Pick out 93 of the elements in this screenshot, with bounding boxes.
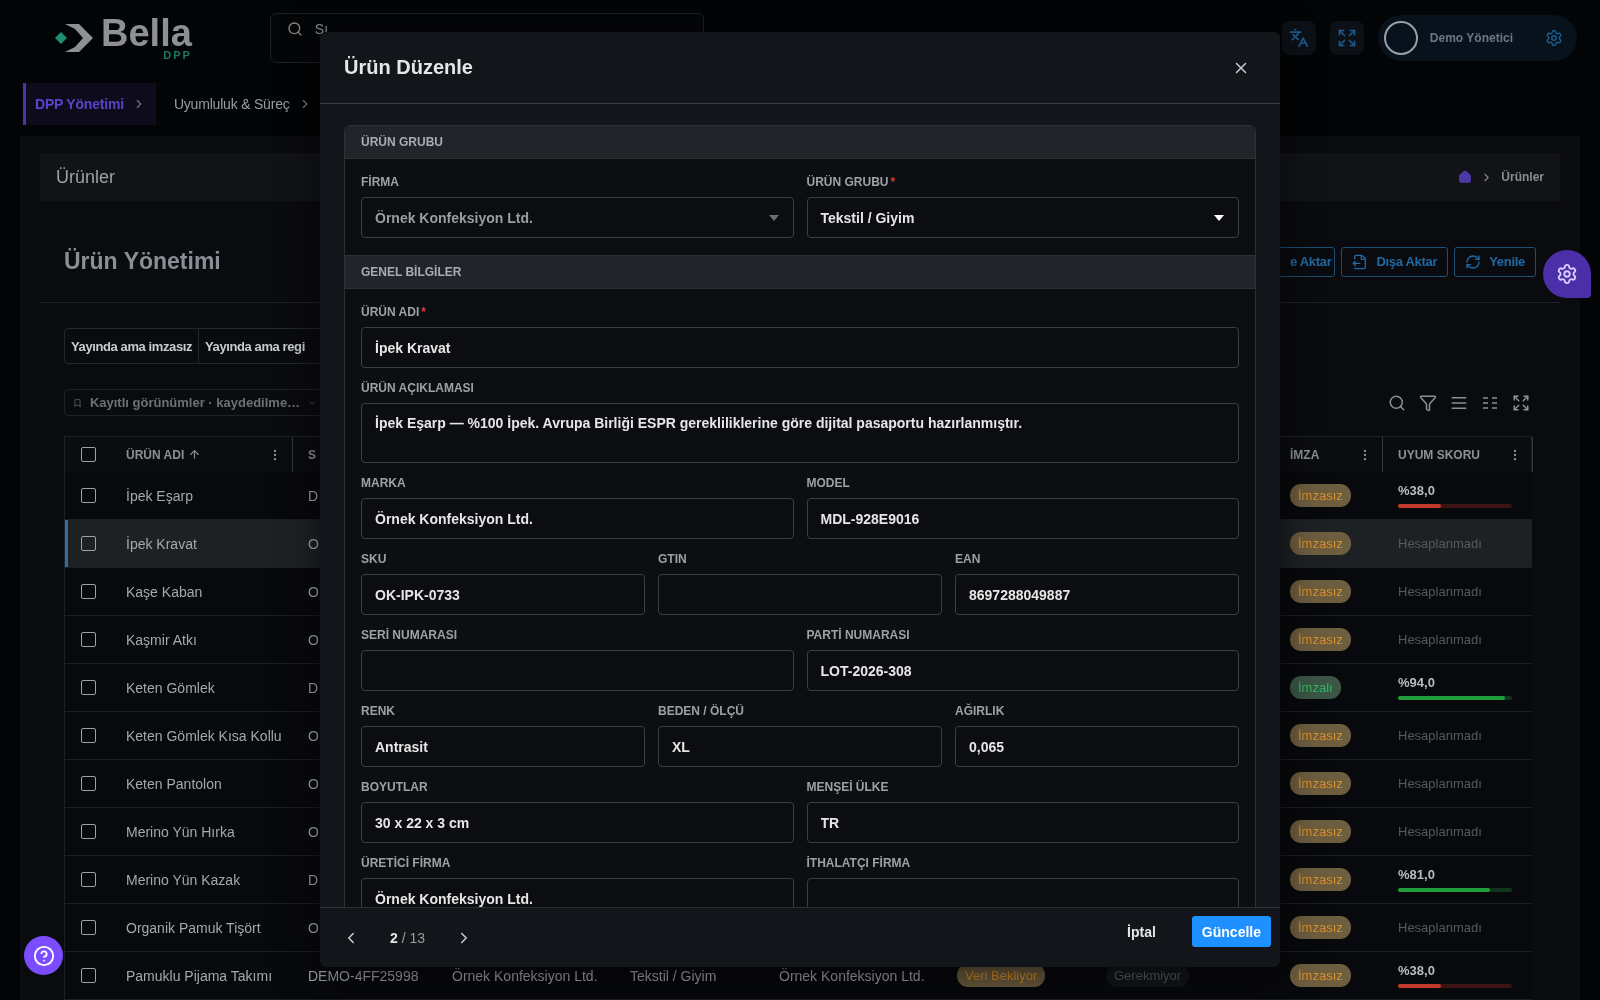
logo-text: Bella xyxy=(101,14,192,52)
dialog-title: Ürün Düzenle xyxy=(344,56,473,79)
table-cell: O xyxy=(308,775,319,792)
input-field[interactable]: 0,065 xyxy=(955,726,1239,767)
table-cell: DEMO-4FF25998 xyxy=(308,967,419,984)
table-cell: Örnek Konfeksiyon Ltd. xyxy=(779,967,925,984)
cancel-button[interactable]: İptal xyxy=(1117,916,1166,947)
input-field[interactable]: 30 x 22 x 3 cm xyxy=(361,802,794,843)
table-cell: İpek Eşarp xyxy=(126,487,193,504)
signature-badge: İmzasız xyxy=(1290,868,1351,891)
table-cell: Örnek Konfeksiyon Ltd. xyxy=(452,967,598,984)
input-field[interactable]: Antrasit xyxy=(361,726,645,767)
breadcrumb-item: Ürünler xyxy=(1501,170,1544,184)
field-label: MODEL xyxy=(806,476,851,490)
field-label: ÜRETİCİ FİRMA xyxy=(361,856,452,870)
user-name: Demo Yönetici xyxy=(1429,30,1513,45)
section-title: GENEL BİLGİLER xyxy=(361,265,462,279)
table-cell: D xyxy=(308,679,319,696)
field-label: RENK xyxy=(361,704,396,718)
logo-subtitle: DPP xyxy=(163,50,192,61)
table-cell: Merino Yün Kazak xyxy=(126,871,241,888)
input-field[interactable]: LOT-2026-308 xyxy=(806,650,1239,691)
score-text: Hesaplanmadı xyxy=(1398,536,1482,551)
input-field[interactable]: OK-IPK-0733 xyxy=(361,574,645,615)
field-label: EAN xyxy=(955,552,982,566)
score-text: Hesaplanmadı xyxy=(1398,824,1482,839)
signature-badge: İmzasız xyxy=(1290,916,1351,939)
score-text: %38,0 xyxy=(1398,483,1435,498)
field-label: GTIN xyxy=(658,552,688,566)
score-text: Hesaplanmadı xyxy=(1398,920,1482,935)
table-cell: Merino Yün Hırka xyxy=(126,823,235,840)
field-label: ÜRÜN GRUBU * xyxy=(806,175,897,189)
signature-badge: İmzasız xyxy=(1290,820,1351,843)
score-text: Hesaplanmadı xyxy=(1398,776,1482,791)
signature-badge: İmzasız xyxy=(1290,532,1351,555)
score-text: Hesaplanmadı xyxy=(1398,632,1482,647)
score-text: %38,0 xyxy=(1398,963,1435,978)
select-field[interactable]: Tekstil / Giyim xyxy=(806,197,1239,238)
score-text: Hesaplanmadı xyxy=(1398,584,1482,599)
table-cell: Tekstil / Giyim xyxy=(630,967,717,984)
table-cell: O xyxy=(308,919,319,936)
table-cell: O xyxy=(308,823,319,840)
field-label: SERİ NUMARASI xyxy=(361,628,458,642)
signature-badge: İmzasız xyxy=(1290,964,1351,987)
field-label: BEDEN / ÖLÇÜ xyxy=(658,704,745,718)
table-cell: O xyxy=(308,631,319,648)
field-label: FİRMA xyxy=(361,175,400,189)
signature-badge: İmzasız xyxy=(1290,580,1351,603)
field-label: ÜRÜN AÇIKLAMASI xyxy=(361,381,475,395)
signature-badge: İmzasız xyxy=(1290,724,1351,747)
table-cell: D xyxy=(308,871,319,888)
input-field[interactable]: İpek Kravat xyxy=(361,327,1239,368)
nav-tab[interactable]: Uyumluluk & Süreç xyxy=(161,83,322,125)
table-cell: İpek Kravat xyxy=(126,535,197,552)
text-area[interactable]: İpek Eşarp — %100 İpek. Avrupa Birliği ESPR gerekliliklerine göre dijital pasaportu hazırlanmıştır. xyxy=(361,403,1239,463)
table-cell: Keten Gömlek xyxy=(126,679,215,696)
field-label: AĞIRLIK xyxy=(955,704,1006,718)
table-cell: Kaşmir Atkı xyxy=(126,631,197,648)
score-text: %94,0 xyxy=(1398,675,1435,690)
table-cell: O xyxy=(308,727,319,744)
page-indicator: 2 / 13 xyxy=(390,929,426,946)
input-field[interactable]: MDL-928E9016 xyxy=(806,498,1239,539)
input-field[interactable]: Örnek Konfeksiyon Ltd. xyxy=(361,498,794,539)
field-label: BOYUTLAR xyxy=(361,780,429,794)
score-text: Hesaplanmadı xyxy=(1398,728,1482,743)
signature-badge: İmzalı xyxy=(1290,676,1341,699)
signature-badge: İmzasız xyxy=(1290,772,1351,795)
input-field[interactable]: 8697288049887 xyxy=(955,574,1239,615)
field-label: İTHALATÇI FİRMA xyxy=(806,856,912,870)
table-cell: Organik Pamuk Tişört xyxy=(126,919,261,936)
score-text: %81,0 xyxy=(1398,867,1435,882)
field-label: SKU xyxy=(361,552,388,566)
section-title: ÜRÜN GRUBU xyxy=(361,135,443,149)
table-cell: Pamuklu Pijama Takımı xyxy=(126,967,272,984)
table-cell: Keten Gömlek Kısa Kollu xyxy=(126,727,282,744)
field-label: MENŞEİ ÜLKE xyxy=(806,780,890,794)
signature-badge: İmzasız xyxy=(1290,628,1351,651)
page-title: Ürünler xyxy=(56,166,116,188)
field-label: MARKA xyxy=(361,476,407,490)
user-menu[interactable]: Demo Yönetici xyxy=(1377,14,1577,61)
table-cell: Kaşe Kaban xyxy=(126,583,203,600)
table-cell: O xyxy=(308,535,319,552)
field-label: ÜRÜN ADI * xyxy=(361,305,427,319)
input-field[interactable]: TR xyxy=(806,802,1239,843)
signature-badge: İmzasız xyxy=(1290,484,1351,507)
filter-chip[interactable]: Yayında ama imzasız xyxy=(65,329,200,363)
table-cell: Keten Pantolon xyxy=(126,775,222,792)
section-title: Ürün Yönetimi xyxy=(64,248,221,275)
table-cell: O xyxy=(308,583,319,600)
input-field[interactable]: XL xyxy=(658,726,942,767)
input-field[interactable]: Örnek Konfeksiyon Ltd. xyxy=(361,878,794,907)
field-label: PARTİ NUMARASI xyxy=(806,628,911,642)
table-cell: D xyxy=(308,487,319,504)
